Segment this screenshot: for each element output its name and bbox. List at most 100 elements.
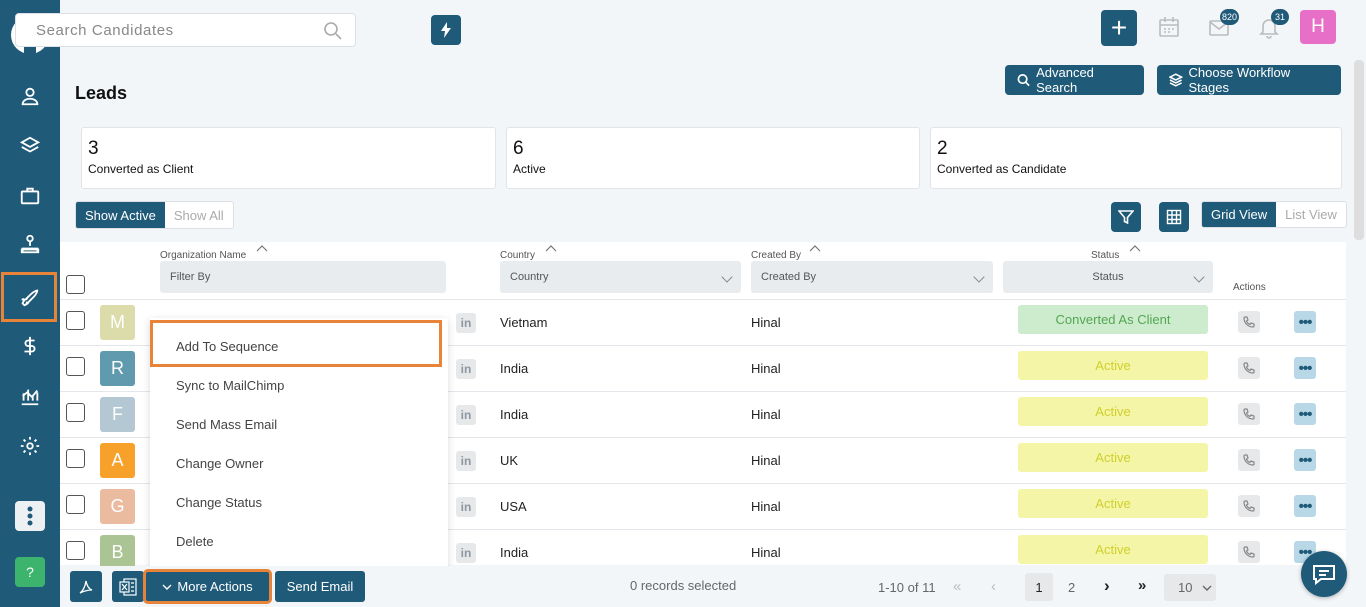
- column-header-created-by[interactable]: Created By: [751, 250, 801, 261]
- status-badge[interactable]: Active: [1018, 489, 1208, 518]
- show-active-button[interactable]: Show Active: [76, 202, 165, 228]
- country-cell: UK: [500, 453, 519, 468]
- menu-item-sync-mailchimp[interactable]: Sync to MailChimp: [176, 378, 284, 393]
- phone-icon[interactable]: [1238, 311, 1260, 333]
- created-by-filter-select[interactable]: Created By: [751, 261, 993, 293]
- status-filter-select[interactable]: Status: [1003, 261, 1213, 293]
- nav-settings[interactable]: [0, 424, 60, 468]
- phone-icon[interactable]: [1238, 449, 1260, 471]
- first-page-button[interactable]: «: [953, 578, 961, 595]
- organization-filter-input[interactable]: Filter By: [160, 261, 446, 293]
- stat-converted-client[interactable]: 3 Converted as Client: [81, 127, 496, 189]
- search-icon[interactable]: [323, 21, 343, 41]
- row-checkbox[interactable]: [66, 403, 85, 422]
- search-input[interactable]: Search Candidates: [15, 13, 356, 47]
- row-checkbox[interactable]: [66, 541, 85, 560]
- avatar[interactable]: G: [100, 489, 135, 524]
- phone-icon[interactable]: [1238, 541, 1260, 563]
- phone-icon[interactable]: [1238, 403, 1260, 425]
- avatar[interactable]: A: [100, 443, 135, 478]
- mail-badge: 820: [1219, 9, 1239, 25]
- more-actions-button[interactable]: More Actions: [143, 569, 272, 604]
- sort-icon[interactable]: [809, 244, 821, 252]
- last-page-button[interactable]: »: [1138, 577, 1146, 594]
- highlight-frame: [150, 320, 442, 367]
- avatar[interactable]: B: [100, 535, 135, 570]
- status-badge[interactable]: Active: [1018, 351, 1208, 380]
- prev-page-button[interactable]: ‹: [991, 578, 996, 595]
- nav-jobs[interactable]: [0, 174, 60, 218]
- status-badge[interactable]: Active: [1018, 443, 1208, 472]
- status-badge[interactable]: Active: [1018, 397, 1208, 426]
- choose-workflow-stages-button[interactable]: Choose Workflow Stages: [1157, 65, 1341, 95]
- more-menu-button[interactable]: [15, 501, 45, 531]
- page-2-button[interactable]: 2: [1068, 580, 1075, 595]
- nav-layers[interactable]: [0, 124, 60, 168]
- select-all-checkbox[interactable]: [66, 275, 85, 294]
- stat-converted-candidate[interactable]: 2 Converted as Candidate: [930, 127, 1342, 189]
- linkedin-icon[interactable]: in: [456, 359, 476, 379]
- nav-reports[interactable]: [0, 374, 60, 418]
- menu-item-change-status[interactable]: Change Status: [176, 495, 262, 510]
- notifications-button[interactable]: 31: [1257, 9, 1289, 40]
- row-actions-button[interactable]: •••: [1294, 495, 1316, 517]
- avatar[interactable]: R: [100, 351, 135, 386]
- nav-leads[interactable]: [1, 272, 57, 322]
- page-1-button[interactable]: 1: [1025, 573, 1053, 601]
- row-checkbox[interactable]: [66, 449, 85, 468]
- linkedin-icon[interactable]: in: [456, 313, 476, 333]
- scrollbar[interactable]: [1354, 60, 1364, 240]
- menu-item-change-owner[interactable]: Change Owner: [176, 456, 263, 471]
- sort-icon[interactable]: [256, 244, 268, 252]
- sort-icon[interactable]: [1129, 244, 1141, 252]
- page-size-select[interactable]: 10: [1164, 574, 1216, 601]
- nav-contacts[interactable]: [0, 74, 60, 118]
- list-view-button[interactable]: List View: [1276, 202, 1346, 227]
- row-checkbox[interactable]: [66, 357, 85, 376]
- chat-button[interactable]: [1301, 551, 1347, 597]
- status-badge[interactable]: Active: [1018, 535, 1208, 564]
- chart-icon: [21, 389, 39, 406]
- phone-icon[interactable]: [1238, 357, 1260, 379]
- stat-active[interactable]: 6 Active: [506, 127, 920, 189]
- mail-button[interactable]: 820: [1207, 9, 1239, 40]
- row-checkbox[interactable]: [66, 495, 85, 514]
- calendar-icon[interactable]: [1156, 14, 1182, 40]
- sort-icon[interactable]: [545, 244, 557, 252]
- nav-org[interactable]: [0, 222, 60, 266]
- export-pdf-button[interactable]: [70, 571, 102, 602]
- advanced-search-button[interactable]: Advanced Search: [1005, 65, 1144, 95]
- user-avatar[interactable]: H: [1300, 10, 1336, 44]
- add-button[interactable]: +: [1101, 10, 1137, 46]
- next-page-button[interactable]: ›: [1104, 576, 1110, 596]
- avatar[interactable]: M: [100, 305, 135, 340]
- country-cell: India: [500, 407, 529, 422]
- linkedin-icon[interactable]: in: [456, 497, 476, 517]
- linkedin-icon[interactable]: in: [456, 405, 476, 425]
- row-actions-button[interactable]: •••: [1294, 403, 1316, 425]
- row-actions-button[interactable]: •••: [1294, 311, 1316, 333]
- linkedin-icon[interactable]: in: [456, 543, 476, 563]
- status-badge[interactable]: Converted As Client: [1018, 305, 1208, 334]
- column-header-country[interactable]: Country: [500, 250, 535, 261]
- menu-item-delete[interactable]: Delete: [176, 534, 214, 549]
- country-filter-select[interactable]: Country: [500, 261, 741, 293]
- row-actions-button[interactable]: •••: [1294, 449, 1316, 471]
- help-button[interactable]: ?: [15, 557, 45, 587]
- row-actions-button[interactable]: •••: [1294, 357, 1316, 379]
- show-all-button[interactable]: Show All: [165, 202, 233, 228]
- row-checkbox[interactable]: [66, 311, 85, 330]
- nav-billing[interactable]: [0, 324, 60, 368]
- quick-action-button[interactable]: [431, 15, 461, 45]
- phone-icon[interactable]: [1238, 495, 1260, 517]
- export-excel-button[interactable]: [112, 571, 144, 602]
- columns-button[interactable]: [1159, 202, 1189, 232]
- grid-view-button[interactable]: Grid View: [1202, 202, 1277, 227]
- column-header-status[interactable]: Status: [1091, 250, 1119, 261]
- column-header-organization[interactable]: Organization Name: [160, 250, 246, 261]
- avatar[interactable]: F: [100, 397, 135, 432]
- menu-item-send-mass-email[interactable]: Send Mass Email: [176, 417, 277, 432]
- send-email-button[interactable]: Send Email: [275, 571, 365, 602]
- filter-button[interactable]: [1111, 202, 1141, 232]
- linkedin-icon[interactable]: in: [456, 451, 476, 471]
